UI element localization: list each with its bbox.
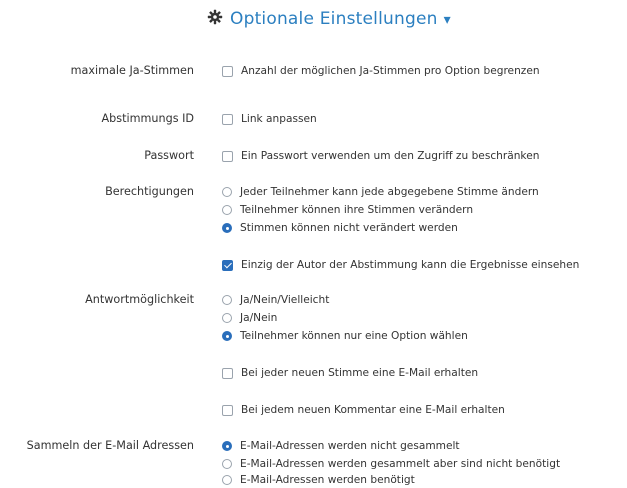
gear-icon — [207, 9, 223, 25]
email-vote-checkbox[interactable] — [222, 367, 233, 379]
chevron-down-icon: ▾ — [443, 12, 451, 28]
settings-title-toggle[interactable]: Optionale Einstellungen ▾ — [230, 9, 451, 29]
answers-radio-2[interactable] — [222, 313, 232, 323]
email-vote-option[interactable]: Bei jeder neuen Stimme eine E-Mail erhal… — [222, 365, 478, 381]
password-option[interactable]: Ein Passwort verwenden um den Zugriff zu… — [222, 148, 539, 164]
page-title: Optionale Einstellungen — [230, 9, 438, 29]
answers-radio-1[interactable] — [222, 295, 232, 305]
max-votes-label: maximale Ja-Stimmen — [70, 64, 194, 77]
collect-emails-radio-1[interactable] — [222, 441, 232, 451]
collect-emails-option-2[interactable]: E-Mail-Adressen werden gesammelt aber si… — [222, 456, 560, 472]
permissions-option-2[interactable]: Teilnehmer können ihre Stimmen verändern — [222, 202, 473, 218]
max-votes-checkbox[interactable] — [222, 65, 233, 77]
email-comment-checkbox[interactable] — [222, 404, 233, 416]
permissions-option-3[interactable]: Stimmen können nicht verändert werden — [222, 220, 458, 236]
answers-option-2[interactable]: Ja/Nein — [222, 310, 277, 326]
max-votes-option[interactable]: Anzahl der möglichen Ja-Stimmen pro Opti… — [222, 63, 540, 79]
permissions-option-1[interactable]: Jeder Teilnehmer kann jede abgegebene St… — [222, 184, 539, 200]
password-label: Passwort — [144, 149, 194, 162]
collect-emails-option-1[interactable]: E-Mail-Adressen werden nicht gesammelt — [222, 438, 460, 454]
permissions-radio-3[interactable] — [222, 223, 232, 233]
poll-id-checkbox[interactable] — [222, 113, 233, 125]
answers-radio-3[interactable] — [222, 331, 232, 341]
permissions-radio-1[interactable] — [222, 187, 232, 197]
answers-option-1[interactable]: Ja/Nein/Vielleicht — [222, 292, 329, 308]
permissions-radio-2[interactable] — [222, 205, 232, 215]
permissions-label: Berechtigungen — [105, 185, 194, 198]
answers-option-3[interactable]: Teilnehmer können nur eine Option wählen — [222, 328, 468, 344]
settings-header: Optionale Einstellungen ▾ — [0, 0, 627, 40]
email-comment-option[interactable]: Bei jedem neuen Kommentar eine E-Mail er… — [222, 402, 505, 418]
author-only-results-checkbox[interactable] — [222, 259, 233, 271]
collect-emails-label: Sammeln der E-Mail Adressen — [26, 439, 194, 452]
poll-id-option[interactable]: Link anpassen — [222, 111, 317, 127]
collect-emails-radio-3[interactable] — [222, 475, 232, 485]
collect-emails-radio-2[interactable] — [222, 459, 232, 469]
password-checkbox[interactable] — [222, 150, 233, 162]
poll-id-label: Abstimmungs ID — [101, 112, 194, 125]
answers-label: Antwortmöglichkeit — [85, 293, 194, 306]
author-only-results-option[interactable]: Einzig der Autor der Abstimmung kann die… — [222, 257, 579, 273]
